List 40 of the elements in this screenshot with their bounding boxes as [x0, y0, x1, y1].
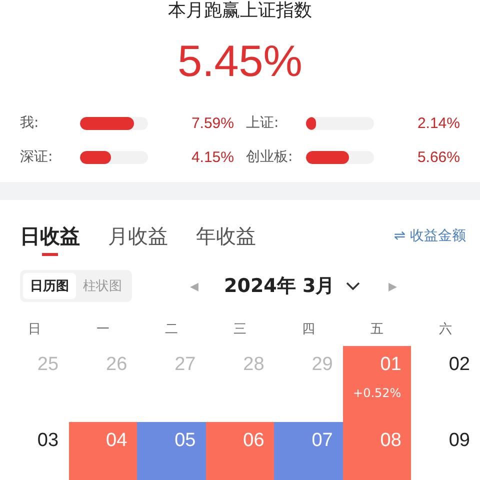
- calendar-day[interactable]: 01 +0.52%: [342, 346, 412, 422]
- calendar-day[interactable]: 03: [0, 422, 69, 480]
- month-picker[interactable]: 2024年 3月: [224, 273, 361, 299]
- calendar-day[interactable]: 05: [137, 422, 206, 480]
- comparison-value: 4.15%: [191, 148, 234, 166]
- weekday-label: 四: [301, 321, 316, 339]
- tab[interactable]: 月收益: [108, 216, 168, 256]
- weekday-label: 六: [438, 321, 454, 339]
- calendar-day[interactable]: 09: [411, 422, 480, 480]
- weekday-label: 日: [26, 321, 42, 339]
- calendar-day[interactable]: 28: [206, 346, 274, 422]
- comparison-label: 创业板:: [246, 148, 294, 166]
- weekday-label: 二: [164, 321, 179, 339]
- comparison-value: 2.14%: [417, 114, 460, 132]
- weekday-label: 一: [95, 321, 110, 339]
- weekday-label: 三: [232, 321, 248, 339]
- comparison-label: 深证:: [20, 148, 54, 166]
- weekday-label: 五: [370, 321, 385, 339]
- calendar-day[interactable]: 27: [137, 346, 206, 422]
- previous-month-button[interactable]: ◀: [190, 280, 198, 292]
- summary-title: 本月跑赢上证指数: [168, 0, 312, 22]
- calendar-day[interactable]: 02: [411, 346, 480, 422]
- calendar-day[interactable]: 04: [68, 422, 138, 480]
- next-month-button[interactable]: ▶: [388, 280, 397, 292]
- calendar-day[interactable]: 06: [206, 422, 274, 480]
- calendar-day[interactable]: 26: [68, 346, 138, 422]
- chevron-down-icon: [344, 281, 361, 291]
- comparison-label: 上证:: [246, 114, 280, 132]
- summary-value: 5.45%: [178, 38, 302, 86]
- tab[interactable]: 年收益: [196, 216, 256, 256]
- calendar-day[interactable]: 29: [274, 346, 343, 422]
- comparison-label: 我:: [20, 114, 40, 132]
- calendar-day[interactable]: 08: [342, 422, 412, 480]
- calendar-day[interactable]: 25: [0, 346, 69, 422]
- calendar-day[interactable]: 07: [274, 422, 343, 480]
- amount-switch-button[interactable]: ⇌ 收益金额: [394, 216, 466, 256]
- comparison-value: 7.59%: [191, 114, 234, 132]
- view-toggle-option[interactable]: 柱状图: [76, 273, 129, 299]
- comparison-value: 5.66%: [417, 148, 460, 166]
- view-toggle-option[interactable]: 日历图: [23, 273, 76, 299]
